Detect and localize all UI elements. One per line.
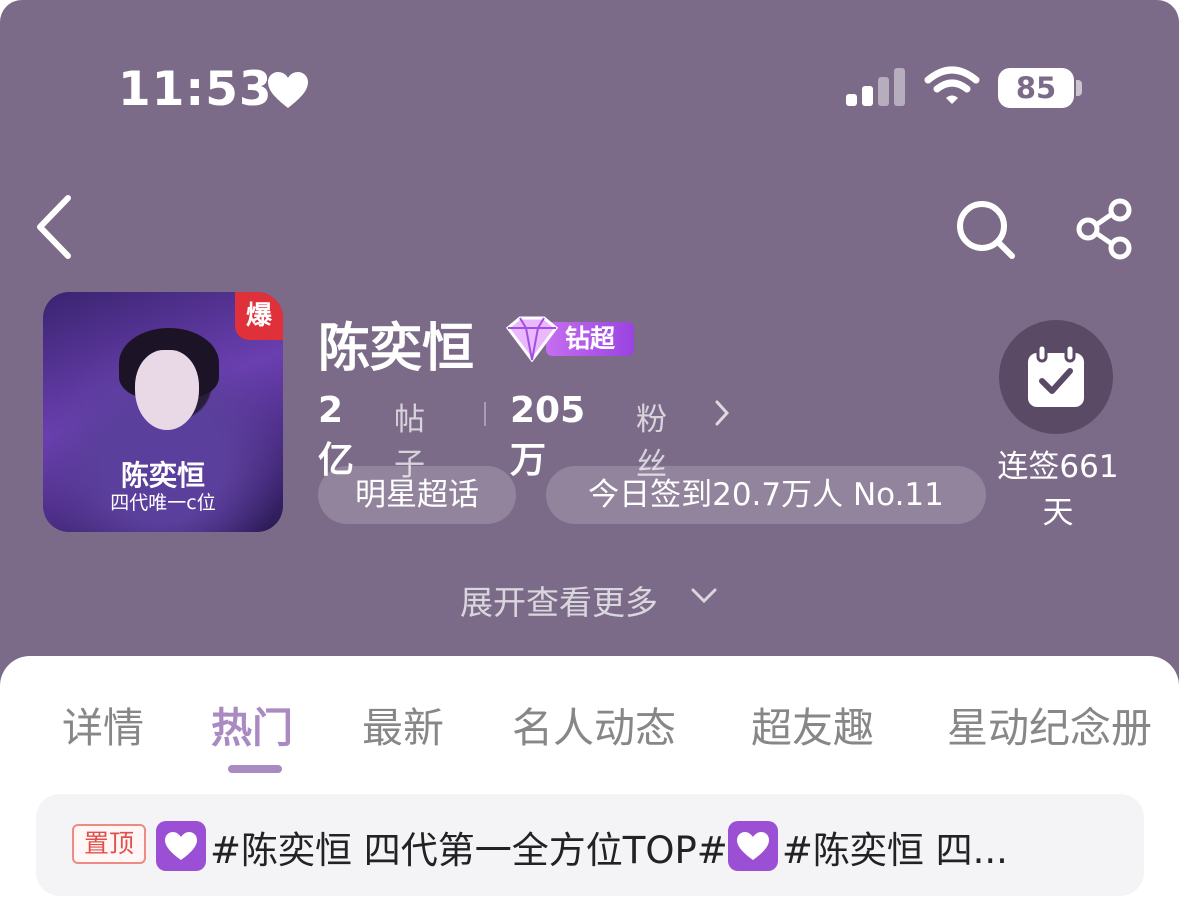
checkin-button[interactable] [999, 320, 1113, 434]
pinned-hashtag-1[interactable]: #陈奕恒 四代第一全方位TOP# [210, 829, 728, 872]
status-time: 11:53 [118, 62, 273, 117]
share-icon[interactable] [1074, 198, 1136, 260]
stats-divider [484, 402, 486, 426]
avatar-caption-sub: 四代唯一c位 [110, 492, 216, 514]
calendar-check-icon [1028, 343, 1084, 407]
battery-level: 85 [998, 68, 1074, 108]
expand-more-link[interactable]: 展开查看更多 [460, 576, 658, 624]
purple-heart-icon [156, 821, 206, 871]
pinned-hashtag-2[interactable]: #陈奕恒 四... [782, 829, 1008, 872]
tab-memorial-album[interactable]: 星动纪念册 [947, 694, 1152, 754]
tab-latest[interactable]: 最新 [362, 694, 444, 754]
back-icon[interactable] [30, 192, 80, 262]
tag-checkin-stats[interactable]: 今日签到20.7万人 No.11 [546, 466, 986, 524]
heart-icon [268, 72, 308, 108]
tier-badge[interactable]: 钻超 [502, 316, 634, 362]
search-icon[interactable] [954, 198, 1016, 260]
purple-heart-icon [727, 821, 778, 871]
chevron-right-icon [715, 400, 730, 426]
diamond-icon [505, 316, 559, 362]
active-tab-indicator [228, 765, 282, 773]
avatar-figure-face [135, 350, 199, 430]
tab-details[interactable]: 详情 [62, 694, 144, 754]
hot-badge: 爆 [235, 292, 283, 340]
tab-hot[interactable]: 热门 [211, 694, 293, 754]
tag-star-topic[interactable]: 明星超话 [318, 466, 516, 524]
pinned-post-text: #陈奕恒 四代第一全方位TOP# #陈奕恒 四... [156, 820, 1116, 874]
topic-name: 陈奕恒 [318, 319, 475, 379]
checkin-streak-label: 连签661天 [997, 449, 1119, 531]
pinned-post[interactable]: 置顶 #陈奕恒 四代第一全方位TOP# #陈奕恒 四... [36, 794, 1144, 896]
pinned-tag: 置顶 [72, 824, 146, 864]
tab-fan-fun[interactable]: 超友趣 [751, 694, 874, 754]
wifi-icon [924, 66, 980, 104]
tab-celebrity-updates[interactable]: 名人动态 [512, 694, 676, 754]
battery-nub [1076, 80, 1082, 96]
topic-header: 11:53 85 陈奕恒 四代唯一c位 爆 陈奕恒 钻超 2亿 帖子 205万 … [0, 0, 1179, 700]
signal-icon [846, 68, 905, 106]
chevron-down-icon [691, 588, 717, 604]
